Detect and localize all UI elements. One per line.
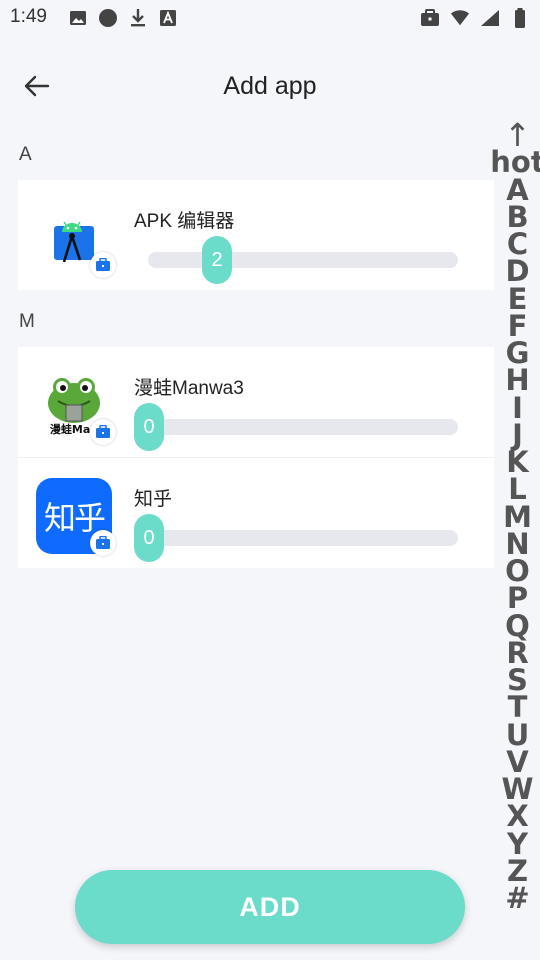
add-button[interactable]: ADD (75, 870, 465, 944)
apk-editor-icon (36, 200, 116, 278)
count-slider-thumb[interactable]: 2 (202, 236, 232, 284)
back-button[interactable] (16, 68, 56, 104)
count-slider-thumb[interactable]: 0 (134, 403, 164, 451)
app-list-section-m: 漫蛙Man 漫蛙Manwa3 0 知乎 知乎 0 (18, 347, 494, 568)
signal-icon (480, 8, 500, 28)
circle-icon (98, 8, 118, 28)
section-header-a: A (19, 144, 32, 165)
app-name: 知乎 (134, 489, 173, 510)
app-bar: Add app (0, 56, 540, 116)
count-slider-track[interactable]: 2 (148, 236, 458, 284)
index-letter[interactable]: # (505, 884, 529, 913)
app-list-section-a: APK 编辑器 2 (18, 180, 494, 290)
arrow-left-icon (24, 75, 50, 97)
app-name: APK 编辑器 (134, 211, 235, 232)
manwa-frog-icon: 漫蛙Man (36, 367, 116, 445)
app-row-manwa[interactable]: 漫蛙Man 漫蛙Manwa3 0 (18, 347, 494, 457)
status-time: 1:49 (10, 6, 47, 27)
image-icon (68, 8, 88, 28)
briefcase-icon (420, 8, 440, 28)
app-row-apk-editor[interactable]: APK 编辑器 2 (18, 180, 494, 290)
status-icons-right (420, 8, 530, 28)
work-badge-icon (90, 530, 116, 556)
status-bar: 1:49 (0, 0, 540, 36)
count-slider-track[interactable]: 0 (134, 403, 458, 451)
status-icons-left (68, 8, 178, 28)
work-badge-icon (90, 252, 116, 278)
page-title: Add app (223, 72, 317, 100)
text-a-icon (158, 8, 178, 28)
download-icon (128, 8, 148, 28)
app-row-zhihu[interactable]: 知乎 知乎 0 (18, 457, 494, 568)
work-badge-icon (90, 419, 116, 445)
count-slider-track[interactable]: 0 (134, 514, 458, 562)
zhihu-icon: 知乎 (36, 478, 116, 556)
section-header-m: M (19, 311, 35, 332)
count-slider-thumb[interactable]: 0 (134, 514, 164, 562)
wifi-icon (450, 8, 470, 28)
alphabet-index-bar[interactable]: ↑ hot A B C D E F G H I J K L M N O P Q R S T U V W X Y Z # (490, 119, 540, 913)
battery-icon (510, 8, 530, 28)
app-name: 漫蛙Manwa3 (134, 378, 244, 399)
